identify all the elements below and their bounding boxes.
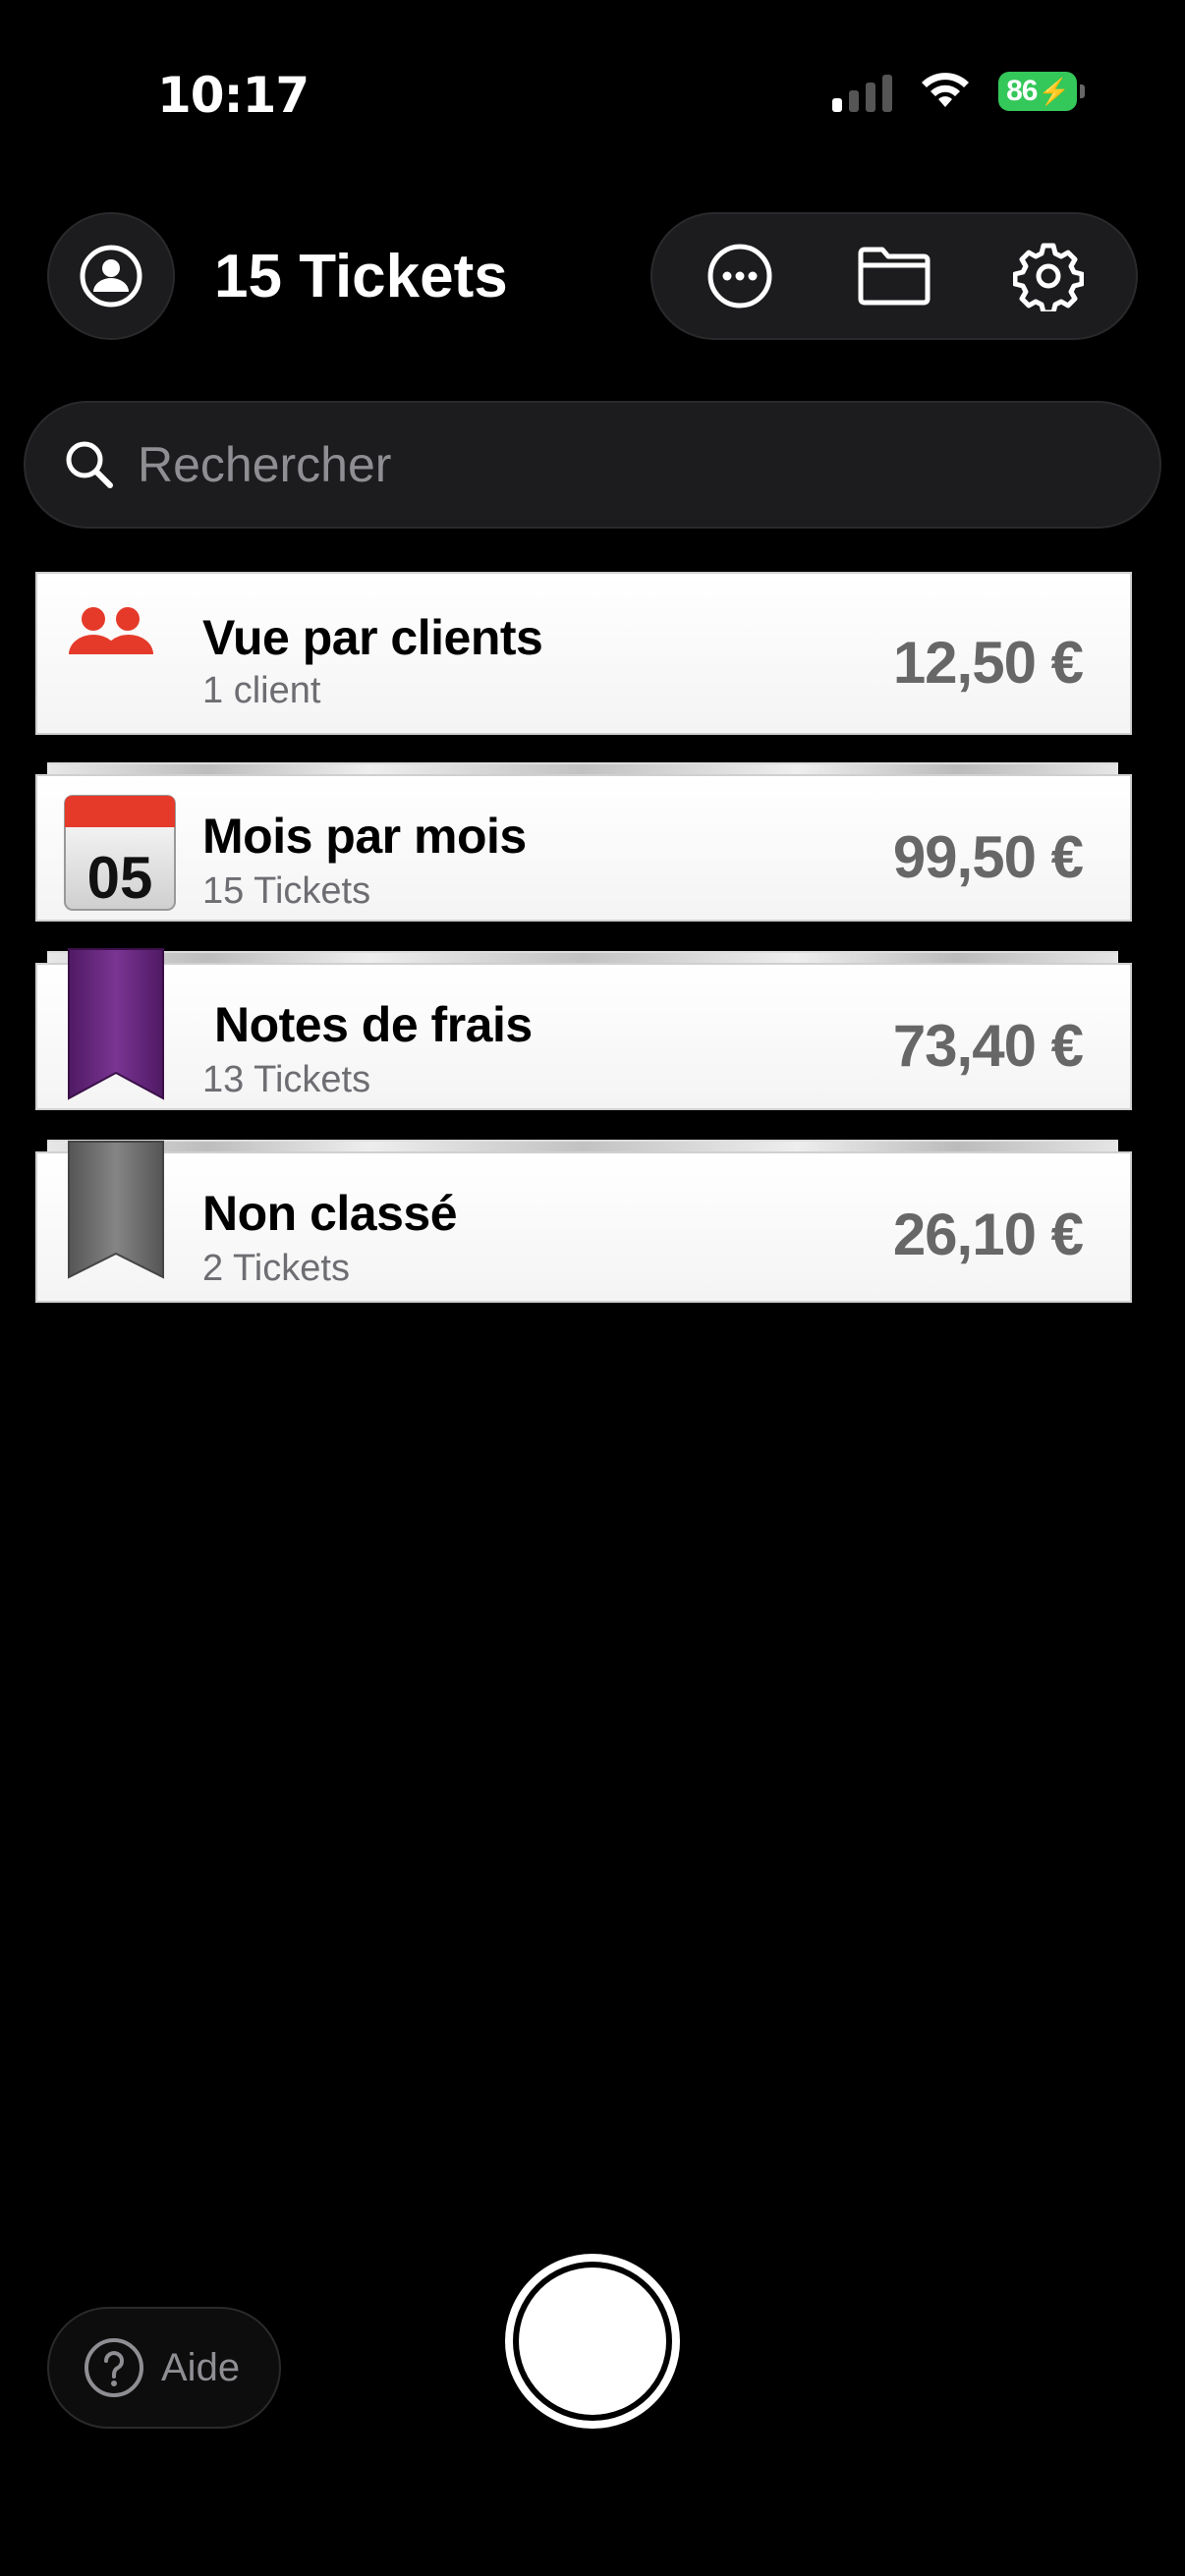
header-actions	[650, 212, 1138, 340]
more-button[interactable]	[686, 222, 794, 330]
bookmark-purple-icon	[65, 947, 167, 1104]
status-time: 10:17	[157, 67, 310, 124]
person-circle-icon	[80, 245, 142, 308]
card-amount: 99,50 €	[892, 824, 1084, 890]
calendar-day: 05	[87, 845, 153, 911]
capture-button[interactable]	[505, 2254, 680, 2429]
card-subtitle: 15 Tickets	[202, 870, 371, 912]
capture-button-inner	[519, 2268, 666, 2415]
card-vue-par-clients[interactable]: Vue par clients 1 client 12,50 €	[35, 572, 1132, 735]
card-title: Vue par clients	[202, 610, 543, 665]
card-amount: 73,40 €	[892, 1013, 1084, 1079]
screen: 10:17 86 ⚡ 15 Tickets Rechercher Vue par…	[0, 0, 1185, 2576]
folder-button[interactable]	[840, 222, 948, 330]
battery-level: 86	[1006, 75, 1038, 107]
card-title: Notes de frais	[214, 997, 533, 1052]
search-icon	[66, 441, 113, 488]
search-bar[interactable]	[24, 401, 1161, 529]
wifi-icon	[922, 73, 969, 107]
status-icons: 86 ⚡	[832, 71, 1085, 112]
question-circle-icon	[85, 2338, 143, 2397]
profile-button[interactable]	[47, 212, 175, 340]
page-title: 15 Tickets	[214, 243, 508, 310]
battery-indicator: 86 ⚡	[998, 72, 1085, 111]
card-stack-edge	[47, 1140, 1118, 1151]
card-subtitle: 2 Tickets	[202, 1248, 350, 1289]
card-subtitle: 1 client	[202, 670, 321, 711]
settings-button[interactable]	[994, 222, 1102, 330]
card-notes-de-frais[interactable]: Notes de frais 13 Tickets 73,40 €	[35, 948, 1132, 1110]
card-subtitle: 13 Tickets	[202, 1059, 371, 1100]
card-amount: 26,10 €	[892, 1202, 1084, 1267]
card-non-classe[interactable]: Non classé 2 Tickets 26,10 €	[35, 1141, 1132, 1303]
calendar-icon: 05	[63, 794, 177, 912]
bookmark-gray-icon	[65, 1140, 167, 1297]
card-title: Non classé	[202, 1186, 458, 1241]
charging-bolt-icon: ⚡	[1038, 76, 1070, 106]
ellipsis-circle-icon	[707, 244, 772, 308]
gear-icon	[1013, 243, 1085, 311]
people-icon	[61, 603, 179, 751]
help-label: Aide	[161, 2345, 241, 2389]
card-stack-edge	[47, 951, 1118, 963]
cellular-signal-icon	[832, 71, 892, 112]
help-button[interactable]: Aide	[47, 2307, 281, 2429]
folder-icon	[858, 247, 931, 306]
card-stack-edge	[47, 762, 1118, 774]
card-mois-par-mois[interactable]: 05 Mois par mois 15 Tickets 99,50 €	[35, 774, 1132, 922]
search-input[interactable]	[138, 436, 1022, 493]
card-amount: 12,50 €	[892, 630, 1084, 696]
card-title: Mois par mois	[202, 809, 527, 864]
